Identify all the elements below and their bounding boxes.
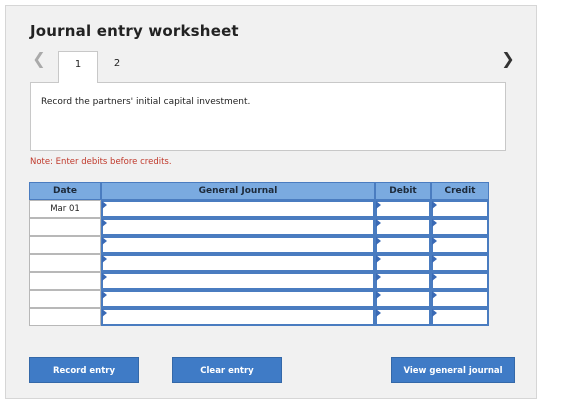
worksheet-title: Journal entry worksheet (30, 22, 239, 40)
date-cell[interactable] (29, 218, 101, 236)
tab-2[interactable]: 2 (102, 51, 132, 83)
table-row: Mar 01 (29, 200, 489, 218)
view-general-journal-button[interactable]: View general journal (391, 357, 515, 383)
dropdown-marker-icon (432, 255, 437, 263)
journal-entry-worksheet-panel: Journal entry worksheet ❮ ❯ 1 2 Record t… (5, 5, 537, 399)
dropdown-marker-icon (376, 255, 381, 263)
instruction-text: Record the partners' initial capital inv… (41, 97, 251, 107)
dropdown-marker-icon (376, 237, 381, 245)
credit-input[interactable] (431, 218, 489, 236)
dropdown-marker-icon (102, 237, 107, 245)
dropdown-marker-icon (102, 201, 107, 209)
dropdown-marker-icon (432, 219, 437, 227)
debit-input[interactable] (375, 218, 431, 236)
debit-input[interactable] (375, 290, 431, 308)
date-cell[interactable]: Mar 01 (29, 200, 101, 218)
table-row (29, 236, 489, 254)
credit-header: Credit (431, 182, 489, 200)
debit-input[interactable] (375, 200, 431, 218)
dropdown-marker-icon (432, 237, 437, 245)
account-input[interactable] (101, 290, 375, 308)
dropdown-marker-icon (376, 309, 381, 317)
journal-table: Date General Journal Debit Credit Mar 01 (29, 182, 489, 344)
dropdown-marker-icon (376, 201, 381, 209)
credit-input[interactable] (431, 200, 489, 218)
debit-input[interactable] (375, 308, 431, 326)
instruction-box: Record the partners' initial capital inv… (30, 82, 506, 151)
general-journal-header: General Journal (101, 182, 375, 200)
record-entry-button[interactable]: Record entry (29, 357, 139, 383)
dropdown-marker-icon (102, 273, 107, 281)
table-row (29, 308, 489, 326)
date-cell[interactable] (29, 290, 101, 308)
dropdown-marker-icon (102, 255, 107, 263)
account-input[interactable] (101, 272, 375, 290)
debit-header: Debit (375, 182, 431, 200)
dropdown-marker-icon (432, 201, 437, 209)
table-row (29, 218, 489, 236)
entry-note: Note: Enter debits before credits. (30, 157, 172, 167)
debit-input[interactable] (375, 272, 431, 290)
chevron-right-icon[interactable]: ❯ (500, 50, 516, 68)
account-input[interactable] (101, 236, 375, 254)
debit-input[interactable] (375, 254, 431, 272)
table-row (29, 254, 489, 272)
dropdown-marker-icon (376, 219, 381, 227)
table-row (29, 290, 489, 308)
date-cell[interactable] (29, 254, 101, 272)
credit-input[interactable] (431, 308, 489, 326)
dropdown-marker-icon (376, 273, 381, 281)
account-input[interactable] (101, 200, 375, 218)
credit-input[interactable] (431, 236, 489, 254)
dropdown-marker-icon (376, 291, 381, 299)
chevron-left-icon[interactable]: ❮ (31, 50, 47, 68)
date-cell[interactable] (29, 236, 101, 254)
tab-1[interactable]: 1 (58, 51, 98, 83)
account-input[interactable] (101, 254, 375, 272)
dropdown-marker-icon (432, 309, 437, 317)
date-cell[interactable] (29, 272, 101, 290)
credit-input[interactable] (431, 254, 489, 272)
account-input[interactable] (101, 218, 375, 236)
credit-input[interactable] (431, 290, 489, 308)
clear-entry-button[interactable]: Clear entry (172, 357, 282, 383)
debit-input[interactable] (375, 236, 431, 254)
credit-input[interactable] (431, 272, 489, 290)
date-header: Date (29, 182, 101, 200)
dropdown-marker-icon (102, 219, 107, 227)
table-row (29, 272, 489, 290)
dropdown-marker-icon (102, 309, 107, 317)
dropdown-marker-icon (102, 291, 107, 299)
dropdown-marker-icon (432, 273, 437, 281)
dropdown-marker-icon (432, 291, 437, 299)
date-cell[interactable] (29, 308, 101, 326)
account-input[interactable] (101, 308, 375, 326)
